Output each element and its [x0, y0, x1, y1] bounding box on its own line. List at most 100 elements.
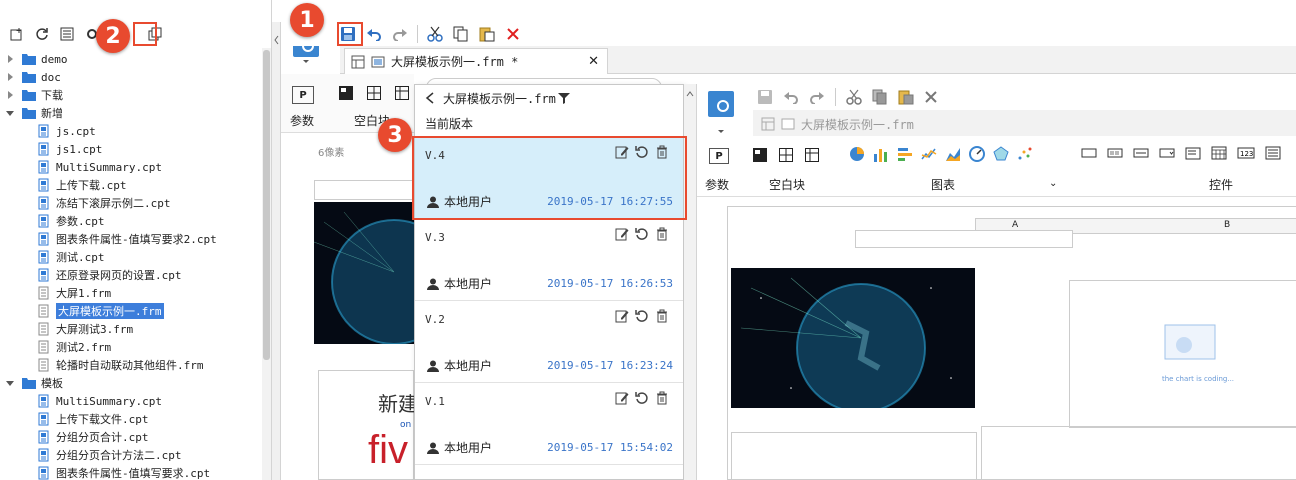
cut-icon[interactable]: [426, 25, 444, 43]
tree-file[interactable]: 大屏1.frm: [38, 284, 111, 302]
param-icon[interactable]: P: [292, 86, 314, 104]
tree-file[interactable]: 测试2.frm: [38, 338, 111, 356]
tree-folder[interactable]: demo: [4, 50, 68, 68]
chevron-right-icon[interactable]: [4, 71, 16, 83]
cpt-file-icon: [38, 412, 50, 426]
tree-file[interactable]: 图表条件属性-值填写要求2.cpt: [38, 230, 217, 248]
bottom-widget-1[interactable]: [731, 432, 977, 480]
cpt-file-icon: [38, 142, 50, 156]
user-icon: [427, 360, 439, 372]
right-layout-icons: [753, 148, 819, 162]
tree-file[interactable]: 大屏模板示例一.frm: [38, 302, 164, 320]
tree-folder[interactable]: doc: [4, 68, 61, 86]
tree-file[interactable]: 分组分页合计方法二.cpt: [38, 446, 182, 464]
right-undo-icon[interactable]: [783, 90, 799, 104]
edit-icon[interactable]: [615, 309, 629, 323]
version-item[interactable]: V.3 本地用户 2019-05-17 16:26:53: [415, 219, 683, 301]
tab-close-icon[interactable]: ✕: [588, 54, 599, 69]
tab-template[interactable]: 大屏模板示例一.frm * ✕: [344, 48, 608, 74]
right-copy-icon[interactable]: [872, 89, 888, 105]
grid-layout-icon[interactable]: [395, 86, 409, 100]
copy-icon[interactable]: [452, 25, 470, 43]
version-user-name: 本地用户: [444, 359, 493, 373]
new-folder-icon[interactable]: [8, 25, 26, 43]
tree-file[interactable]: 上传下载.cpt: [38, 176, 127, 194]
tree-file[interactable]: 冻结下滚屏示例二.cpt: [38, 194, 171, 212]
tree-file[interactable]: 轮播时自动联动其他组件.frm: [38, 356, 204, 374]
trash-icon[interactable]: [655, 309, 669, 323]
restore-icon[interactable]: [635, 309, 649, 323]
chevron-down-icon[interactable]: [4, 107, 16, 119]
line-chart-icon[interactable]: [921, 146, 937, 162]
right-template-icon[interactable]: [707, 90, 735, 134]
svg-text:123: 123: [1240, 150, 1253, 158]
restore-icon[interactable]: [635, 391, 649, 405]
right-tab[interactable]: 大屏模板示例一.frm: [757, 112, 1017, 136]
tree-file[interactable]: 还原登录网页的设置.cpt: [38, 266, 182, 284]
tree-file[interactable]: js1.cpt: [38, 140, 102, 158]
undo-icon[interactable]: [365, 25, 383, 43]
absolute-layout-icon[interactable]: [339, 86, 353, 100]
tree-folder[interactable]: 模板: [4, 374, 63, 392]
restore-icon[interactable]: [635, 227, 649, 241]
tree-item-label: demo: [41, 52, 68, 66]
annotation-box-save: [337, 22, 363, 46]
filter-icon[interactable]: [557, 92, 570, 104]
trash-icon[interactable]: [655, 391, 669, 405]
left-scrollbar-thumb[interactable]: [263, 50, 270, 360]
right-toolbar: [757, 88, 938, 106]
tree-file[interactable]: MultiSummary.cpt: [38, 392, 162, 410]
redo-icon[interactable]: [391, 25, 409, 43]
area-chart-icon[interactable]: [945, 146, 961, 162]
right-redo-icon[interactable]: [809, 90, 825, 104]
tree-folder[interactable]: 下载: [4, 86, 63, 104]
cpt-file-icon: [38, 394, 50, 408]
gauge-chart-icon[interactable]: [969, 146, 985, 162]
stacked-chart-icon[interactable]: [897, 146, 913, 162]
bar-chart-icon[interactable]: [873, 146, 889, 162]
tree-item-label: 测试2.frm: [56, 341, 112, 354]
tree-file[interactable]: 大屏测试3.frm: [38, 320, 133, 338]
paste-icon[interactable]: [478, 25, 496, 43]
tree-file[interactable]: 参数.cpt: [38, 212, 105, 230]
tab-layout-icon[interactable]: [367, 86, 381, 100]
back-arrow-icon[interactable]: [425, 92, 435, 104]
right-paste-icon[interactable]: [898, 89, 914, 105]
chart-widget[interactable]: the chart is coding...: [1069, 280, 1296, 428]
pie-chart-icon[interactable]: [849, 146, 865, 162]
folder-icon: [22, 107, 36, 119]
show-type-icon[interactable]: [58, 25, 76, 43]
tree-file[interactable]: 测试.cpt: [38, 248, 105, 266]
chevron-right-icon[interactable]: [4, 53, 16, 65]
cpt-file-icon: [38, 250, 50, 264]
tree-file[interactable]: MultiSummary.cpt: [38, 158, 162, 176]
right-cut-icon[interactable]: [846, 89, 862, 105]
param-label: 参数: [290, 114, 315, 128]
panel-divider[interactable]: [272, 22, 281, 480]
tree-file[interactable]: 图表条件属性-值填写要求.cpt: [38, 464, 210, 480]
param-widget-box[interactable]: [314, 180, 414, 200]
refresh-icon[interactable]: [33, 25, 51, 43]
scatter-chart-icon[interactable]: [1017, 146, 1033, 162]
param-input-box[interactable]: [855, 230, 1073, 248]
right-param-icon[interactable]: P: [709, 148, 729, 164]
chevron-down-icon[interactable]: [4, 377, 16, 389]
chevron-right-icon[interactable]: [4, 89, 16, 101]
version-item[interactable]: V.2 本地用户 2019-05-17 16:23:24: [415, 301, 683, 383]
edit-icon[interactable]: [615, 391, 629, 405]
tree-file[interactable]: 分组分页合计.cpt: [38, 428, 149, 446]
control-icons: 123: [1081, 146, 1281, 160]
delete-icon[interactable]: [504, 25, 522, 43]
edit-icon[interactable]: [615, 227, 629, 241]
tree-folder[interactable]: 新增: [4, 104, 63, 122]
right-save-icon[interactable]: [757, 89, 773, 105]
version-item[interactable]: V.1 本地用户 2019-05-17 15:54:02: [415, 383, 683, 465]
version-time: 2019-05-17 16:23:24: [547, 359, 673, 372]
trash-icon[interactable]: [655, 227, 669, 241]
radar-chart-icon[interactable]: [993, 146, 1009, 162]
chart-expand-icon[interactable]: ⌄: [1049, 178, 1057, 189]
tree-file[interactable]: 上传下载文件.cpt: [38, 410, 149, 428]
right-delete-icon[interactable]: [924, 90, 938, 104]
tree-file[interactable]: js.cpt: [38, 122, 96, 140]
bottom-widget-2[interactable]: [981, 426, 1296, 480]
